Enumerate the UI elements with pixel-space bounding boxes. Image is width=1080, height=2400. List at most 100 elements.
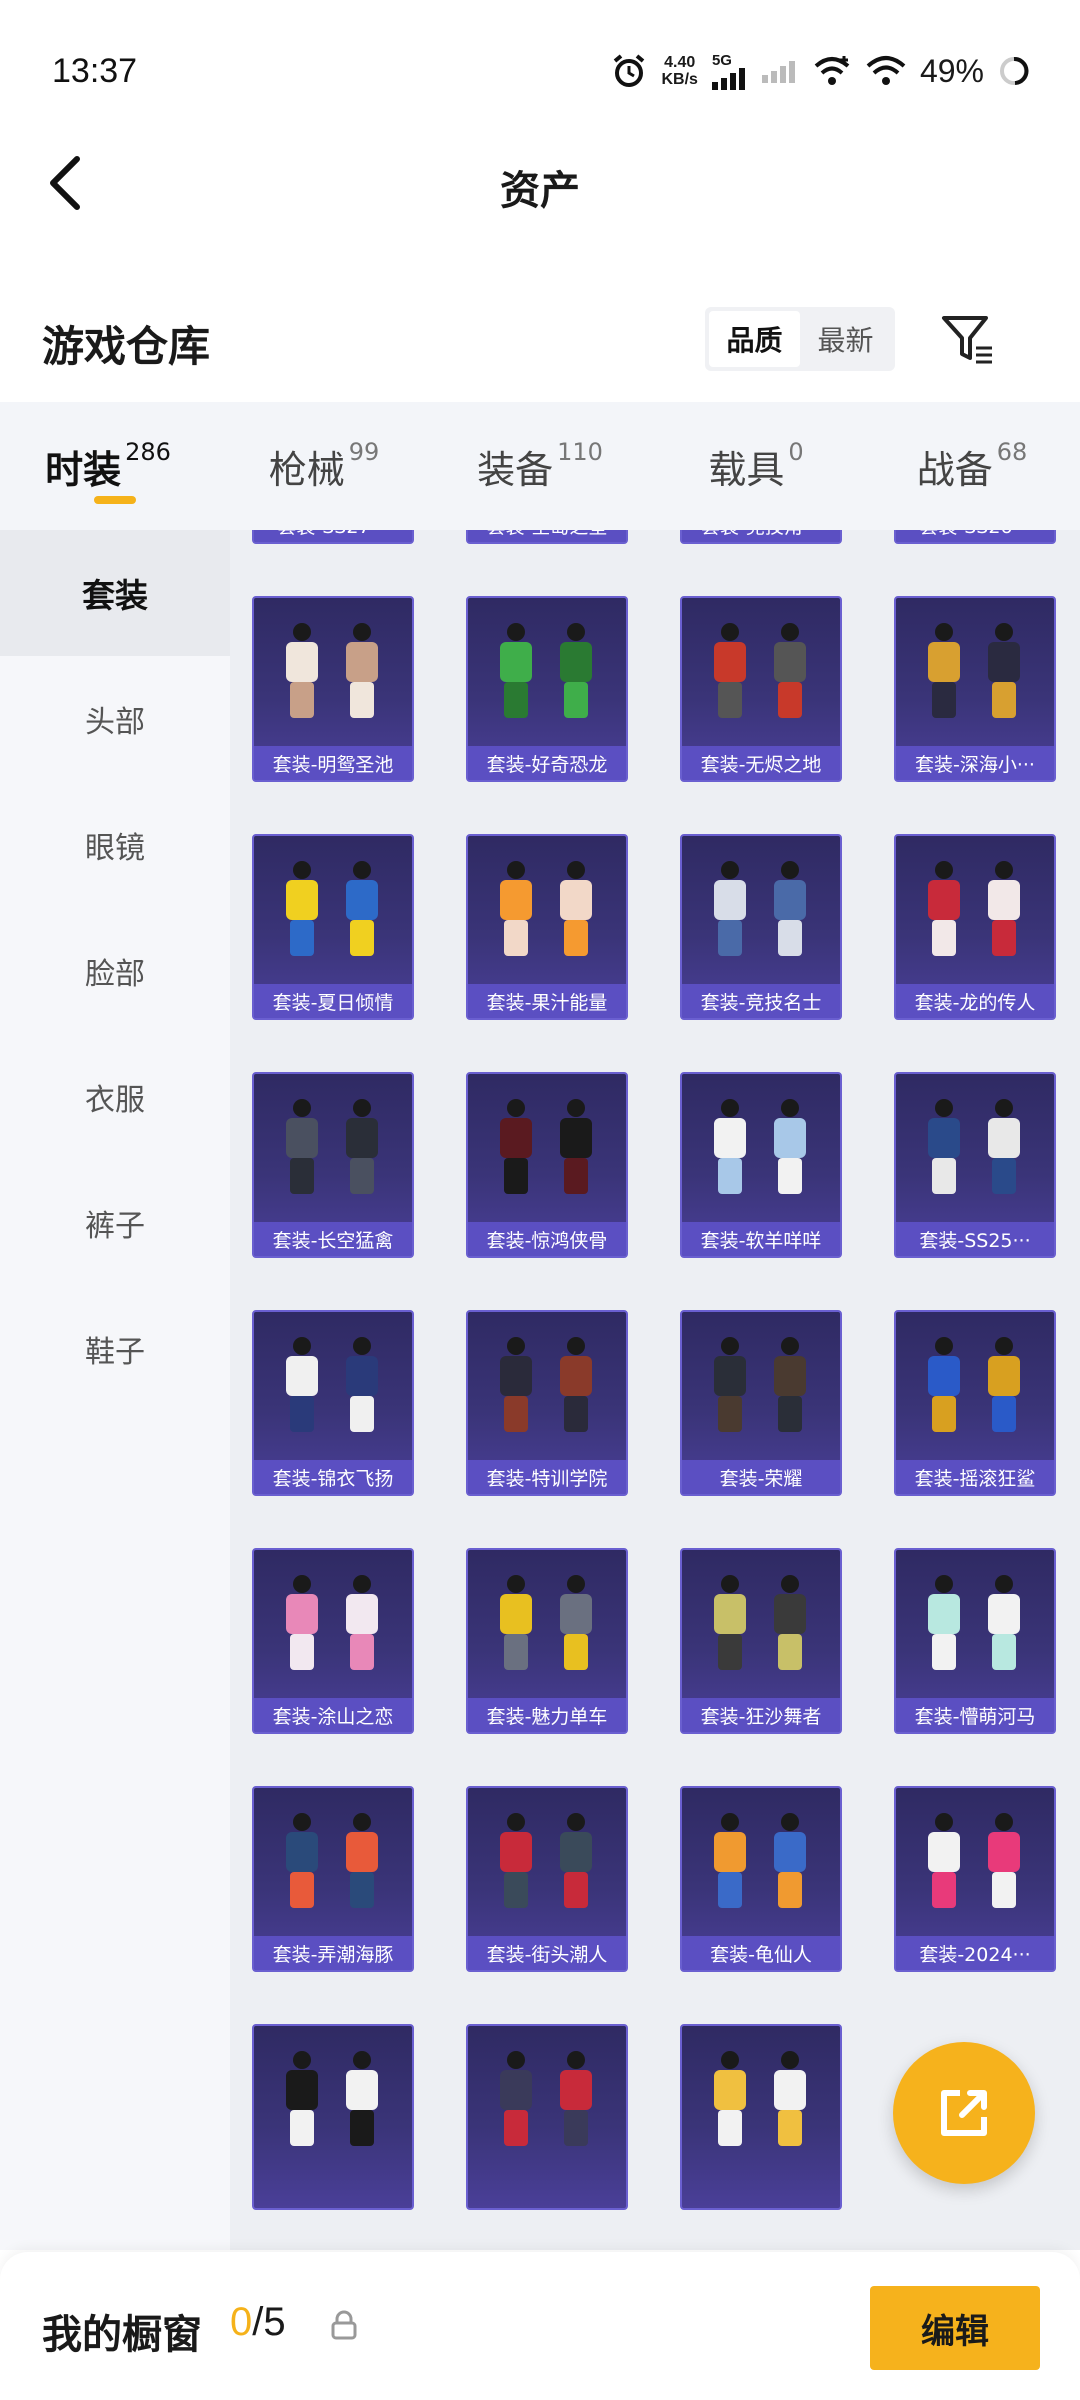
sort-option-latest[interactable]: 最新 xyxy=(800,311,891,367)
page-title: 资产 xyxy=(500,168,580,214)
item-card-label: 套装-明鸳圣池 xyxy=(254,746,412,780)
outfit-preview-icon xyxy=(928,623,1020,718)
item-card[interactable]: 套装-竞技角··· xyxy=(680,530,842,544)
item-card[interactable]: 套装-锦衣飞扬 xyxy=(252,1310,414,1496)
item-card-label: 套装-软羊咩咩 xyxy=(682,1222,840,1256)
item-card[interactable]: 套装-明鸳圣池 xyxy=(252,596,414,782)
item-card-label: 套装-SS25··· xyxy=(896,1222,1054,1256)
status-time: 13:37 xyxy=(52,52,138,90)
item-card-label: 套装-竞技角··· xyxy=(682,530,840,542)
item-card[interactable]: 套装-特训学院 xyxy=(466,1310,628,1496)
sidebar-item-head[interactable]: 头部 xyxy=(0,656,230,782)
alarm-icon xyxy=(613,54,644,87)
item-card-label: 套装-龟仙人 xyxy=(682,1936,840,1970)
item-card[interactable]: 套装-2024··· xyxy=(894,1786,1056,1972)
item-card[interactable]: 套装-惊鸿侠骨 xyxy=(466,1072,628,1258)
tab-equipment[interactable]: 装备 110 xyxy=(432,402,648,530)
item-card[interactable]: 套装-好奇恐龙 xyxy=(466,596,628,782)
item-card[interactable]: 套装-深海小··· xyxy=(894,596,1056,782)
tab-weapons[interactable]: 枪械 99 xyxy=(216,402,432,530)
bottom-bar: 我的橱窗 0/5 编辑 xyxy=(0,2252,1080,2400)
outfit-preview-icon xyxy=(714,2051,806,2146)
item-card[interactable]: 套装-软羊咩咩 xyxy=(680,1072,842,1258)
network-type: 5G xyxy=(711,51,732,69)
item-card-label: 套装-夏日倾情 xyxy=(254,984,412,1018)
share-button[interactable] xyxy=(893,2042,1035,2184)
item-card[interactable]: 套装-果汁能量 xyxy=(466,834,628,1020)
item-card[interactable] xyxy=(252,2024,414,2210)
filter-button[interactable] xyxy=(938,310,998,370)
item-grid-container: 套装-SS27··· 套装-空岛之星 套装-竞技角··· 套装-SS26··· 套装-明… xyxy=(230,530,1080,2250)
outfit-preview-icon xyxy=(286,861,378,956)
item-card[interactable]: 套装-SS27··· xyxy=(252,530,414,544)
item-card[interactable]: 套装-空岛之星 xyxy=(466,530,628,544)
tab-count: 68 xyxy=(996,438,1028,466)
tab-fashion[interactable]: 时装 286 xyxy=(0,402,216,530)
tab-supplies[interactable]: 战备 68 xyxy=(864,402,1080,530)
sidebar-item-clothes[interactable]: 衣服 xyxy=(0,1034,230,1160)
outfit-preview-icon xyxy=(286,1337,378,1432)
outfit-preview-icon xyxy=(928,1813,1020,1908)
item-card-label: 套装-惊鸿侠骨 xyxy=(468,1222,626,1256)
sort-toggle: 品质 最新 xyxy=(705,307,895,371)
tab-label: 载具 xyxy=(708,447,785,492)
item-card[interactable]: 套装-狂沙舞者 xyxy=(680,1548,842,1734)
item-card[interactable]: 套装-竞技名士 xyxy=(680,834,842,1020)
item-card-label: 套装-锦衣飞扬 xyxy=(254,1460,412,1494)
tab-vehicles[interactable]: 载具 0 xyxy=(648,402,864,530)
item-card[interactable]: 套装-懵萌河马 xyxy=(894,1548,1056,1734)
item-card[interactable]: 套装-荣耀 xyxy=(680,1310,842,1496)
outfit-preview-icon xyxy=(500,1813,592,1908)
status-bar: 13:37 4.40 KB/s 5G 49% xyxy=(0,0,1080,140)
item-card[interactable]: 套装-长空猛禽 xyxy=(252,1072,414,1258)
item-card-label: 套装-空岛之星 xyxy=(468,530,626,542)
item-card-label: 套装-龙的传人 xyxy=(896,984,1054,1018)
sidebar-item-sets[interactable]: 套装 xyxy=(0,530,230,656)
net-speed-unit: KB/s xyxy=(661,71,698,88)
item-card-label: 套装-无烬之地 xyxy=(682,746,840,780)
active-tab-indicator xyxy=(94,496,136,504)
outfit-preview-icon xyxy=(928,1337,1020,1432)
item-card-label: 套装-2024··· xyxy=(896,1936,1054,1970)
item-card[interactable]: 套装-涂山之恋 xyxy=(252,1548,414,1734)
sidebar-item-glasses[interactable]: 眼镜 xyxy=(0,782,230,908)
tab-label: 枪械 xyxy=(268,447,345,492)
outfit-preview-icon xyxy=(500,861,592,956)
item-card-label: 套装-深海小··· xyxy=(896,746,1054,780)
item-card-label: 套装-特训学院 xyxy=(468,1460,626,1494)
sidebar-item-face[interactable]: 脸部 xyxy=(0,908,230,1034)
item-card[interactable] xyxy=(680,2024,842,2210)
item-card[interactable]: 套装-龟仙人 xyxy=(680,1786,842,1972)
item-card[interactable] xyxy=(466,2024,628,2210)
item-card-label: 套装-竞技名士 xyxy=(682,984,840,1018)
signal-5g: 5G xyxy=(711,51,748,90)
tab-label: 装备 xyxy=(477,447,554,492)
item-card-label: 套装-弄潮海豚 xyxy=(254,1936,412,1970)
item-card[interactable]: 套装-弄潮海豚 xyxy=(252,1786,414,1972)
showcase-current: 0 xyxy=(230,2300,253,2344)
sidebar-item-shoes[interactable]: 鞋子 xyxy=(0,1286,230,1412)
item-card-label: 套装-懵萌河马 xyxy=(896,1698,1054,1732)
outfit-preview-icon xyxy=(500,1099,592,1194)
battery-ring-icon xyxy=(1000,57,1029,85)
item-card[interactable]: 套装-摇滚狂鲨 xyxy=(894,1310,1056,1496)
item-card[interactable]: 套装-夏日倾情 xyxy=(252,834,414,1020)
sidebar-item-pants[interactable]: 裤子 xyxy=(0,1160,230,1286)
outfit-preview-icon xyxy=(714,1337,806,1432)
outfit-preview-icon xyxy=(286,1099,378,1194)
item-card[interactable]: 套装-魅力单车 xyxy=(466,1548,628,1734)
item-card[interactable]: 套装-SS25··· xyxy=(894,1072,1056,1258)
outfit-preview-icon xyxy=(714,1099,806,1194)
edit-button[interactable]: 编辑 xyxy=(870,2286,1040,2370)
item-card[interactable]: 套装-SS26··· xyxy=(894,530,1056,544)
tab-label: 时装 xyxy=(45,447,122,492)
outfit-preview-icon xyxy=(500,1337,592,1432)
sort-option-quality[interactable]: 品质 xyxy=(709,311,800,367)
outfit-preview-icon xyxy=(286,2051,378,2146)
item-card[interactable]: 套装-无烬之地 xyxy=(680,596,842,782)
outfit-preview-icon xyxy=(714,861,806,956)
item-card[interactable]: 套装-街头潮人 xyxy=(466,1786,628,1972)
item-card-label: 套装-SS26··· xyxy=(896,530,1054,542)
category-tabs: 时装 286 枪械 99 装备 110 载具 0 战备 68 xyxy=(0,402,1080,530)
item-card[interactable]: 套装-龙的传人 xyxy=(894,834,1056,1020)
